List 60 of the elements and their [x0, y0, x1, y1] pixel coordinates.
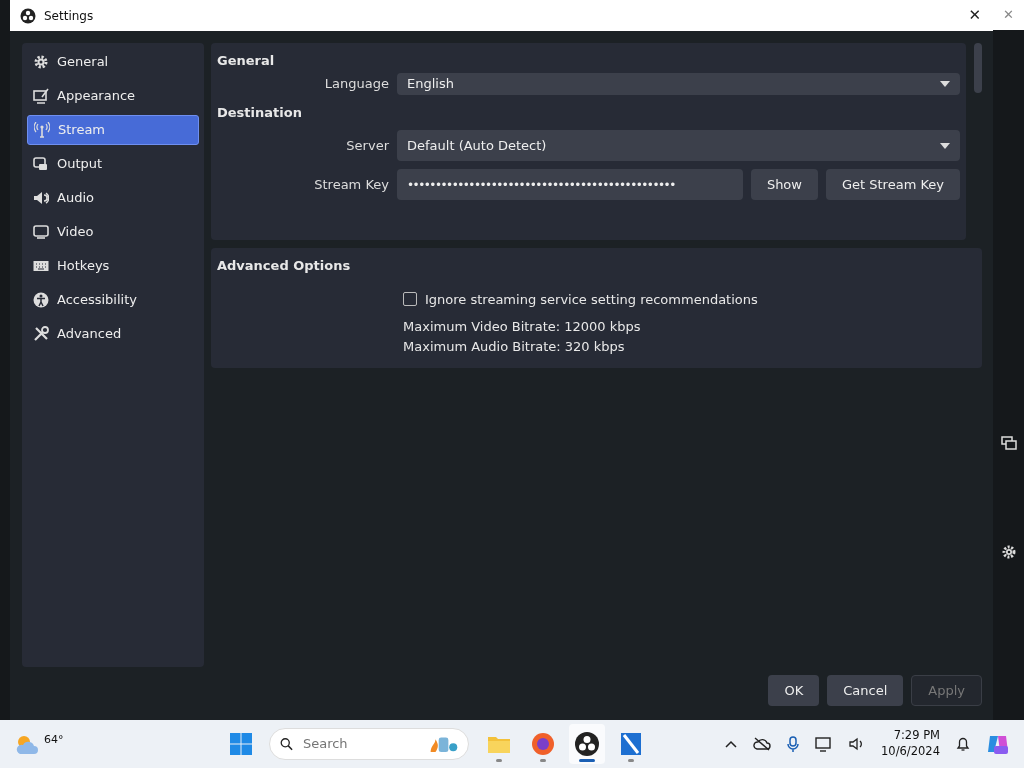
accessibility-icon	[33, 292, 49, 308]
monitor-icon	[33, 224, 49, 240]
sidebar-item[interactable]: Appearance	[27, 81, 199, 111]
windows-start-icon[interactable]	[229, 732, 253, 756]
field-label: Language	[323, 74, 389, 93]
stream-key-field[interactable]: ••••••••••••••••••••••••••••••••••••••••••••••••	[397, 169, 743, 200]
dialog-button[interactable]: OK	[768, 675, 820, 706]
close-button[interactable]: ✕	[993, 0, 1024, 30]
window-icon	[1000, 436, 1017, 450]
sidebar-item[interactable]: Accessibility	[27, 285, 199, 315]
temperature-text: 64°	[44, 732, 64, 748]
speaker-icon	[33, 190, 49, 206]
output-icon	[33, 156, 49, 172]
clock-time[interactable]: 7:29 PM	[881, 728, 940, 744]
section-heading: General	[217, 52, 276, 70]
caret-icon	[940, 142, 950, 149]
app-logo-icon	[574, 731, 600, 757]
caret-icon	[940, 80, 950, 87]
search-box[interactable]: Search	[269, 728, 469, 760]
microphone-icon[interactable]	[787, 736, 800, 752]
get-stream-key-button[interactable]: Get Stream Key	[825, 169, 960, 200]
sidebar-item[interactable]: Output	[27, 149, 199, 179]
cloud-off-icon[interactable]	[753, 737, 772, 751]
sidebar-item[interactable]: Hotkeys	[27, 251, 199, 281]
sidebar-item[interactable]: Advanced	[27, 319, 199, 349]
language-dropdown[interactable]: English	[397, 72, 960, 95]
scrollbar[interactable]	[974, 43, 982, 93]
browser-icon	[530, 731, 556, 757]
chevron-up-icon[interactable]	[725, 740, 738, 748]
tools-icon	[33, 326, 49, 342]
network-icon[interactable]	[815, 736, 834, 752]
section-heading: Advanced Options	[217, 257, 352, 275]
app-logo-icon	[20, 7, 36, 24]
taskbar-app[interactable]	[569, 724, 605, 764]
gear-icon	[33, 54, 49, 70]
keyboard-icon	[33, 258, 49, 274]
checkbox[interactable]	[403, 292, 417, 307]
checkbox-label[interactable]: Ignore streaming service setting recommendations	[425, 289, 758, 309]
bitrate-text: Maximum Audio Bitrate: 320 kbps	[403, 337, 626, 356]
antenna-icon	[34, 122, 50, 138]
video-editor-icon	[618, 731, 644, 757]
dialog-button[interactable]: Cancel	[827, 675, 904, 706]
gear-icon[interactable]	[1001, 545, 1016, 559]
clock-date[interactable]: 10/6/2024	[881, 744, 940, 760]
close-button[interactable]: ✕	[962, 4, 987, 27]
bitrate-text: Maximum Video Bitrate: 12000 kbps	[403, 318, 642, 336]
sidebar-item[interactable]: Audio	[27, 183, 199, 213]
section-heading: Destination	[217, 103, 303, 122]
sidebar-item[interactable]: General	[27, 47, 199, 77]
server-dropdown[interactable]: Default (Auto Detect)	[397, 130, 960, 161]
monitor-icon	[33, 88, 49, 104]
field-label: Server	[345, 136, 389, 155]
sidebar-item[interactable]: Video	[27, 217, 199, 247]
bell-icon[interactable]	[956, 736, 970, 752]
sidebar-item[interactable]: Stream	[27, 115, 199, 145]
window-title: Settings	[44, 7, 94, 25]
search-input[interactable]: Search	[300, 733, 421, 755]
field-label: Stream Key	[313, 175, 389, 194]
search-icon	[280, 736, 293, 752]
show-button[interactable]: Show	[750, 169, 818, 200]
